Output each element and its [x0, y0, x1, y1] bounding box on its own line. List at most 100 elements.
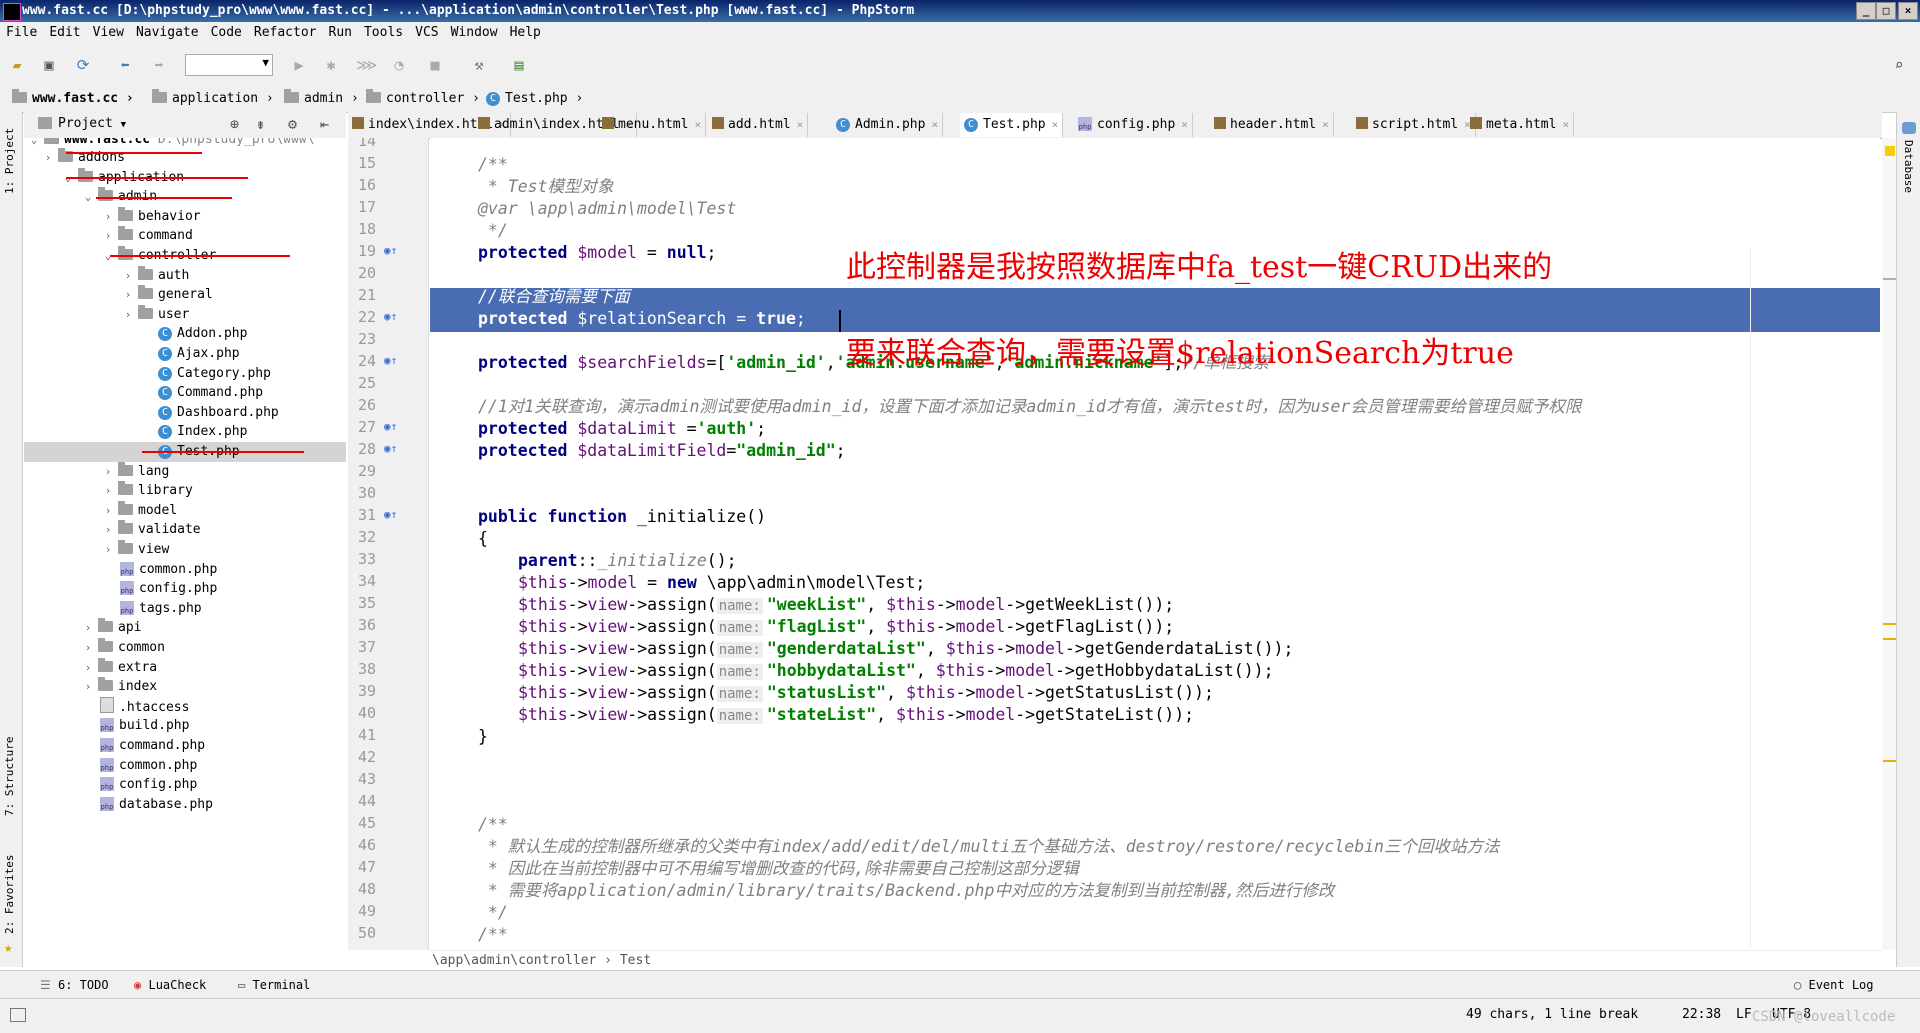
chevron-right-icon[interactable]: ›: [102, 481, 114, 501]
override-gutter-icon[interactable]: ◉↑: [384, 354, 397, 367]
override-gutter-icon[interactable]: ◉↑: [384, 420, 397, 433]
tree-item[interactable]: php common.php: [24, 560, 346, 580]
tree-item[interactable]: › common: [24, 638, 346, 658]
tree-item[interactable]: › model: [24, 500, 346, 521]
profile-icon[interactable]: ◔: [390, 56, 408, 74]
menu-refactor[interactable]: Refactor: [248, 22, 323, 44]
editor-tab[interactable]: menu.html ×: [598, 113, 707, 137]
close-tab-icon[interactable]: ×: [1181, 118, 1188, 131]
nav-crumb-application[interactable]: application ›: [152, 86, 274, 112]
editor-breadcrumb[interactable]: \app\admin\controller › Test: [430, 950, 1882, 971]
close-button[interactable]: ×: [1898, 2, 1918, 20]
editor-tab[interactable]: php config.php ×: [1074, 113, 1193, 137]
back-arrow-icon[interactable]: ⬅: [116, 56, 134, 74]
tree-item[interactable]: › command: [24, 226, 346, 246]
menu-navigate[interactable]: Navigate: [130, 22, 205, 44]
terminal-tool-tab[interactable]: ▭ Terminal: [238, 971, 310, 999]
database-tool-tab[interactable]: Database: [1902, 140, 1915, 193]
tree-item[interactable]: › user: [24, 304, 346, 325]
tree-item[interactable]: C Command.php: [24, 383, 346, 403]
chevron-right-icon[interactable]: ›: [102, 462, 114, 482]
chevron-right-icon[interactable]: ›: [82, 638, 94, 658]
structure-tool-tab[interactable]: 7: Structure: [3, 737, 16, 816]
sdk-manager-icon[interactable]: ▤: [510, 56, 528, 74]
caret-position[interactable]: 22:38: [1682, 1007, 1721, 1022]
tree-item[interactable]: C Dashboard.php: [24, 403, 346, 423]
tree-item[interactable]: php config.php: [24, 579, 346, 599]
close-tab-icon[interactable]: ×: [1562, 118, 1569, 131]
tree-item[interactable]: › behavior: [24, 206, 346, 227]
todo-tool-tab[interactable]: ☰ 6: TODO: [40, 971, 109, 999]
open-folder-icon[interactable]: ▰: [8, 56, 26, 74]
menu-file[interactable]: File: [0, 22, 43, 44]
project-view-select[interactable]: Project ▼: [58, 116, 126, 131]
chevron-right-icon[interactable]: ›: [122, 266, 134, 286]
tree-item[interactable]: › view: [24, 540, 346, 560]
nav-crumb-file[interactable]: C Test.php ›: [486, 86, 583, 112]
tree-item[interactable]: › library: [24, 481, 346, 501]
close-tab-icon[interactable]: ×: [931, 118, 938, 131]
editor-tab[interactable]: C Admin.php ×: [832, 113, 944, 137]
chevron-right-icon[interactable]: ›: [102, 226, 114, 246]
menu-run[interactable]: Run: [323, 22, 358, 44]
override-gutter-icon[interactable]: ◉↑: [384, 442, 397, 455]
chevron-right-icon[interactable]: ›: [122, 285, 134, 305]
line-separator[interactable]: LF: [1736, 1007, 1752, 1022]
tree-item[interactable]: php database.php: [24, 795, 346, 815]
tree-item[interactable]: › addons: [24, 148, 346, 168]
chevron-right-icon[interactable]: ›: [102, 540, 114, 560]
tree-item[interactable]: › general: [24, 285, 346, 305]
chevron-right-icon[interactable]: ›: [102, 207, 114, 227]
override-gutter-icon[interactable]: ◉↑: [384, 310, 397, 323]
minimize-button[interactable]: _: [1856, 2, 1876, 20]
tree-item[interactable]: › index: [24, 677, 346, 697]
tree-item[interactable]: C Category.php: [24, 364, 346, 384]
coverage-icon[interactable]: ⋙: [356, 56, 377, 74]
maximize-button[interactable]: □: [1876, 2, 1896, 20]
tree-item[interactable]: C Ajax.php: [24, 344, 346, 364]
editor-tab[interactable]: add.html ×: [708, 113, 809, 137]
chevron-right-icon[interactable]: ›: [122, 305, 134, 325]
settings-wrench-icon[interactable]: ⚒: [470, 56, 488, 74]
favorites-tool-tab[interactable]: 2: Favorites: [3, 855, 16, 934]
nav-crumb-admin[interactable]: admin ›: [284, 86, 359, 112]
close-tab-icon[interactable]: ×: [1322, 118, 1329, 131]
chevron-right-icon[interactable]: ›: [102, 520, 114, 540]
tree-item[interactable]: C Addon.php: [24, 324, 346, 344]
close-tab-icon[interactable]: ×: [1052, 118, 1059, 131]
menu-code[interactable]: Code: [205, 22, 248, 44]
menu-window[interactable]: Window: [445, 22, 504, 44]
editor-tab[interactable]: header.html ×: [1210, 113, 1334, 137]
project-tool-tab[interactable]: 1: Project: [3, 128, 16, 194]
tool-windows-toggle-icon[interactable]: [10, 1008, 26, 1022]
sync-icon[interactable]: ⟳: [74, 56, 92, 74]
run-icon[interactable]: ▶: [290, 56, 308, 74]
chevron-right-icon[interactable]: ›: [82, 677, 94, 697]
chevron-right-icon[interactable]: ›: [82, 658, 94, 678]
tree-item[interactable]: php common.php: [24, 756, 346, 776]
tree-item[interactable]: php command.php: [24, 736, 346, 756]
chevron-right-icon[interactable]: ›: [42, 148, 54, 168]
close-tab-icon[interactable]: ×: [694, 118, 701, 131]
chevron-right-icon[interactable]: ›: [102, 501, 114, 521]
nav-crumb-controller[interactable]: controller ›: [366, 86, 480, 112]
close-tab-icon[interactable]: ×: [797, 118, 804, 131]
tree-item[interactable]: › validate: [24, 520, 346, 540]
gear-icon[interactable]: ⚙: [288, 115, 297, 133]
tree-item[interactable]: .htaccess: [24, 696, 346, 717]
nav-crumb-project[interactable]: www.fast.cc ›: [12, 86, 134, 112]
collapse-all-icon[interactable]: ⇟: [256, 115, 265, 133]
chevron-right-icon[interactable]: ›: [82, 618, 94, 638]
menu-tools[interactable]: Tools: [358, 22, 409, 44]
tree-item[interactable]: php config.php: [24, 775, 346, 795]
menu-edit[interactable]: Edit: [43, 22, 86, 44]
menu-help[interactable]: Help: [504, 22, 547, 44]
save-icon[interactable]: ▣: [40, 56, 58, 74]
menu-vcs[interactable]: VCS: [409, 22, 444, 44]
editor-tab[interactable]: C Test.php ×: [960, 113, 1064, 137]
luacheck-tool-tab[interactable]: ◉ LuaCheck: [134, 971, 206, 999]
tree-item[interactable]: › auth: [24, 265, 346, 286]
editor-tab[interactable]: script.html ×: [1352, 113, 1476, 137]
event-log-tab[interactable]: ◯ Event Log: [1794, 971, 1874, 999]
override-gutter-icon[interactable]: ◉↑: [384, 244, 397, 257]
